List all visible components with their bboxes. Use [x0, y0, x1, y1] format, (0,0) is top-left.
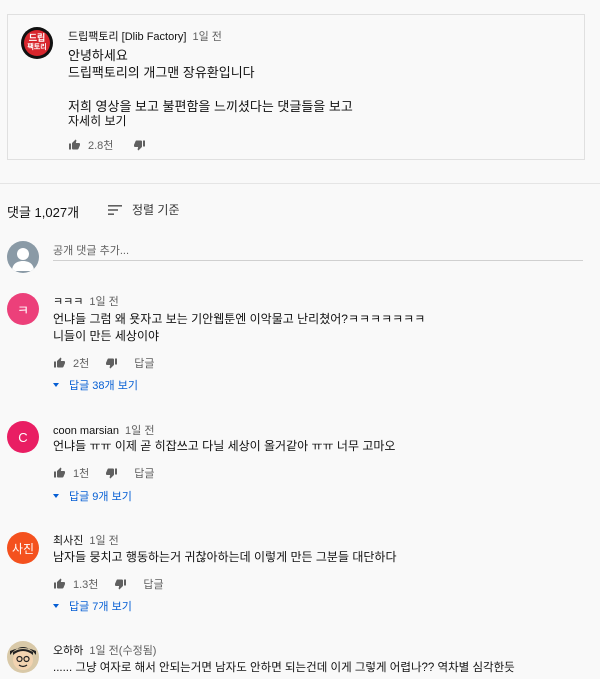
- section-divider: [0, 183, 600, 184]
- comment-count: 댓글 1,027개: [7, 205, 80, 220]
- comment-author[interactable]: 최사진: [53, 535, 83, 547]
- comment-time[interactable]: 1일 전(수정됨): [89, 645, 156, 657]
- view-replies-link[interactable]: 답글 9개 보기: [53, 488, 132, 504]
- add-comment-underline: [53, 260, 583, 261]
- dislike-icon[interactable]: [114, 578, 127, 590]
- commenter-avatar[interactable]: ㅋ: [7, 293, 39, 325]
- sort-label: 정렬 기준: [132, 203, 180, 217]
- commenter-avatar[interactable]: 사진: [7, 532, 39, 564]
- like-count: 1.3천: [73, 579, 99, 591]
- comment-author[interactable]: ㅋㅋㅋ: [53, 296, 83, 308]
- like-icon[interactable]: [53, 357, 66, 369]
- view-replies-link[interactable]: 답글 7개 보기: [53, 598, 132, 614]
- comment-time[interactable]: 1일 전: [89, 535, 118, 547]
- comment-author[interactable]: 드립팩토리 [Dlib Factory]: [68, 31, 186, 43]
- user-avatar: [7, 241, 39, 273]
- comment-author[interactable]: 오하하: [53, 645, 83, 657]
- like-count: 2천: [73, 358, 90, 370]
- like-count: 1천: [73, 468, 90, 480]
- comment-time[interactable]: 1일 전: [192, 31, 221, 43]
- reply-button[interactable]: 답글: [134, 465, 154, 481]
- sort-icon: [108, 204, 122, 215]
- dislike-icon[interactable]: [133, 139, 146, 151]
- chevron-down-icon: [53, 604, 59, 608]
- comment-text: 남자들 뭉치고 행동하는거 귀찮아하는데 이렇게 만든 그분들 대단하다: [53, 550, 397, 564]
- like-count: 2.8천: [88, 140, 114, 152]
- channel-avatar[interactable]: 드립 팩토리: [21, 27, 53, 59]
- user-avatar-icon: [12, 248, 34, 271]
- add-comment-input[interactable]: 공개 댓글 추가...: [53, 242, 583, 258]
- comment-text: 언냐들 ㅠㅠ 이제 곧 히잡쓰고 다닐 세상이 올거같아 ㅠㅠ 너무 고마오: [53, 439, 396, 453]
- comment-text: ...... 그냥 여자로 해서 안되는거면 남자도 안하면 되는건데 이게 그…: [53, 662, 515, 674]
- chevron-down-icon: [53, 383, 59, 387]
- pinned-comment: 드립 팩토리 드립팩토리 [Dlib Factory] 1일 전 안녕하세요 드립…: [7, 14, 585, 160]
- chevron-down-icon: [53, 494, 59, 498]
- dislike-icon[interactable]: [105, 467, 118, 479]
- like-icon[interactable]: [53, 467, 66, 479]
- reply-button[interactable]: 답글: [134, 355, 154, 371]
- comment-time[interactable]: 1일 전: [125, 425, 154, 437]
- comment-author[interactable]: coon marsian: [53, 425, 119, 437]
- view-replies-link[interactable]: 답글 38개 보기: [53, 377, 138, 393]
- sort-button[interactable]: 정렬 기준: [108, 201, 180, 218]
- comment-time[interactable]: 1일 전: [89, 296, 118, 308]
- comment-text: 언냐들 그럼 왜 욧자고 보는 기안웹툰엔 이악물고 난리쳤어?ㅋㅋㅋㅋㅋㅋㅋ …: [53, 312, 426, 343]
- reply-button[interactable]: 답글: [143, 576, 163, 592]
- like-icon[interactable]: [53, 578, 66, 590]
- like-icon[interactable]: [68, 139, 81, 151]
- comment-text: 안녕하세요 드립팩토리의 개그맨 장유환입니다 저희 영상을 보고 불편함을 느…: [68, 48, 353, 114]
- dislike-icon[interactable]: [105, 357, 118, 369]
- commenter-avatar[interactable]: C: [7, 421, 39, 453]
- cartoon-face-icon: [10, 647, 36, 670]
- read-more-link[interactable]: 자세히 보기: [68, 113, 127, 130]
- commenter-avatar[interactable]: [7, 641, 39, 673]
